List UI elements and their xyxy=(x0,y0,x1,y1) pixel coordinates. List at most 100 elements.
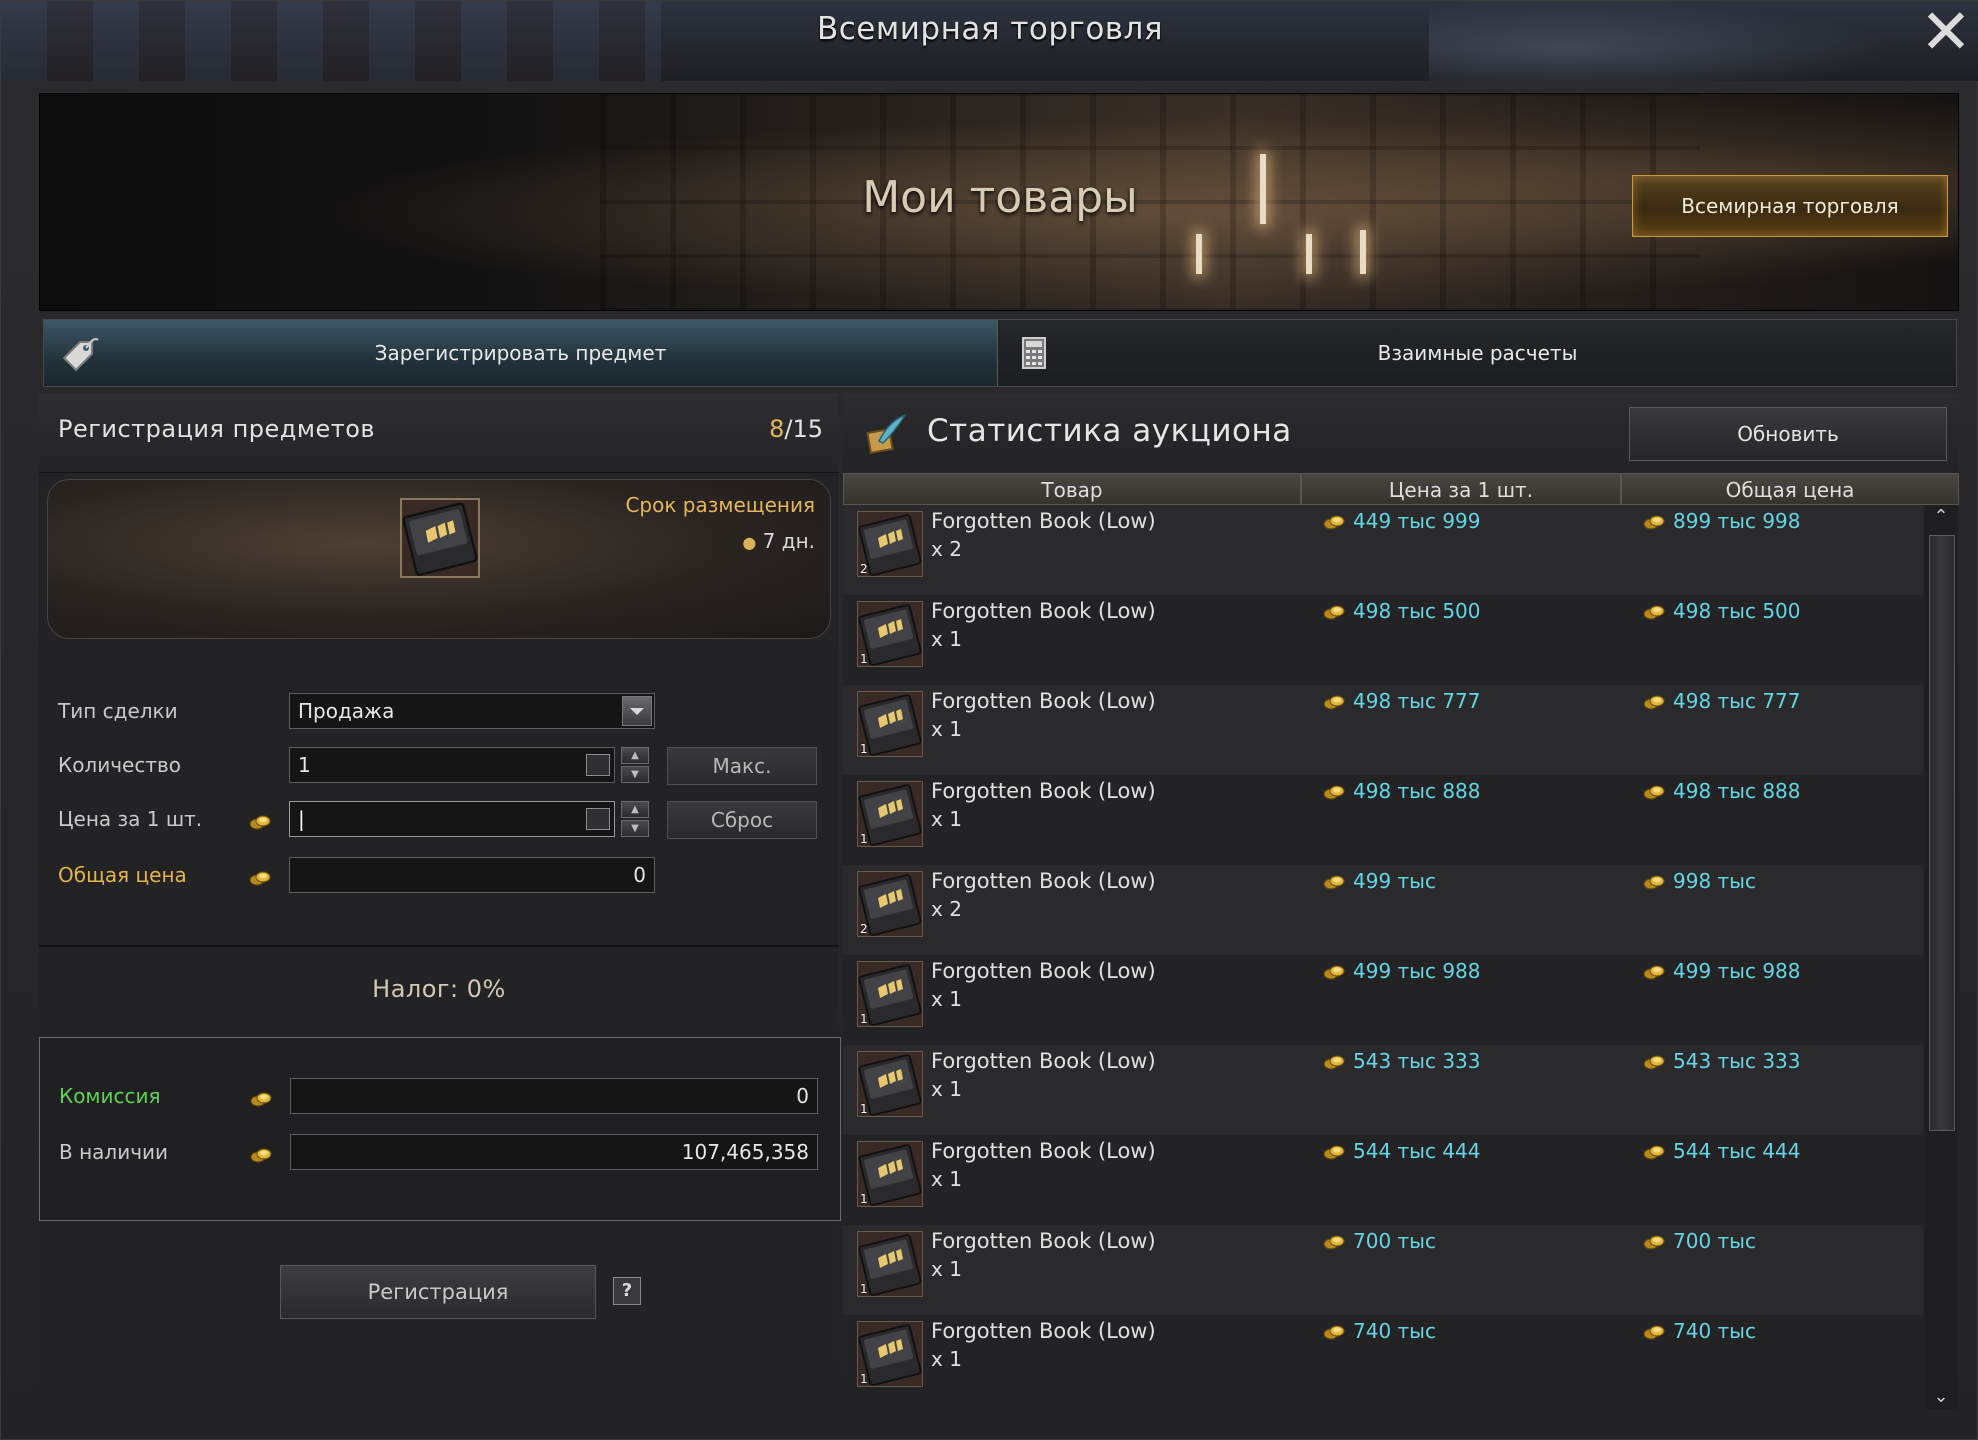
table-row[interactable]: 1 Forgotten Book (Low) x 1 544 тыс 444 544 т… xyxy=(843,1135,1923,1225)
table-row[interactable]: 2 Forgotten Book (Low) x 2 499 тыс 998 тыс xyxy=(843,865,1923,955)
tab-mutual-settlements[interactable]: Взаимные расчеты xyxy=(999,320,1956,386)
stack-count-badge: 2 xyxy=(860,562,868,576)
help-icon[interactable]: ? xyxy=(613,1277,641,1305)
tab-mutual-settlements-label: Взаимные расчеты xyxy=(1377,341,1578,365)
candle-decoration xyxy=(1306,234,1312,274)
candle-decoration xyxy=(1196,234,1202,274)
unit-price-stepper[interactable]: ▲ ▼ xyxy=(621,801,649,837)
tax-strip: Налог: 0% xyxy=(39,945,839,1035)
gold-coin-icon xyxy=(1643,605,1665,620)
quantity-input[interactable]: 1 xyxy=(289,747,615,783)
commission-label: Комиссия xyxy=(59,1084,161,1108)
deal-type-label: Тип сделки xyxy=(58,699,178,723)
gold-coin-icon xyxy=(249,871,271,886)
item-name: Forgotten Book (Low) xyxy=(931,1229,1156,1253)
increment-arrow-icon[interactable]: ▲ xyxy=(621,747,649,764)
listing-scrollbar[interactable]: ⌃ ⌄ xyxy=(1925,505,1957,1409)
gold-coin-icon xyxy=(1323,605,1345,620)
forgotten-book-icon: 1 xyxy=(857,961,923,1027)
gold-coin-icon xyxy=(1323,965,1345,980)
close-icon[interactable]: ✕ xyxy=(1919,1,1973,63)
gold-coin-icon xyxy=(1643,515,1665,530)
register-button[interactable]: Регистрация xyxy=(280,1265,596,1319)
unit-price: 544 тыс 444 xyxy=(1353,1139,1481,1163)
gold-coin-icon xyxy=(1643,695,1665,710)
stack-count-badge: 1 xyxy=(860,1012,868,1026)
numpad-icon[interactable] xyxy=(586,754,610,776)
scroll-down-icon[interactable]: ⌄ xyxy=(1925,1385,1957,1409)
table-row[interactable]: 1 Forgotten Book (Low) x 1 498 тыс 777 498 т… xyxy=(843,685,1923,775)
gold-coin-icon xyxy=(1323,1325,1345,1340)
registration-slot-count: 8/15 xyxy=(769,415,823,443)
total-price: 498 тыс 888 xyxy=(1673,779,1801,803)
table-row[interactable]: 1 Forgotten Book (Low) x 1 740 тыс 740 тыс xyxy=(843,1315,1923,1405)
commission-field: 0 xyxy=(290,1078,818,1114)
chevron-down-icon[interactable] xyxy=(622,696,652,726)
gold-coin-icon xyxy=(1323,515,1345,530)
refresh-button[interactable]: Обновить xyxy=(1629,407,1947,461)
table-row[interactable]: 1 Forgotten Book (Low) x 1 543 тыс 333 543 т… xyxy=(843,1045,1923,1135)
tax-rate: Налог: 0% xyxy=(372,975,506,1003)
unit-price: 499 тыс 988 xyxy=(1353,959,1481,983)
listing-period-label: Срок размещения xyxy=(625,493,815,517)
total-price: 899 тыс 998 xyxy=(1673,509,1801,533)
window-title: Всемирная торговля xyxy=(816,11,1164,47)
column-header-item[interactable]: Товар xyxy=(843,473,1301,505)
unit-price: 498 тыс 888 xyxy=(1353,779,1481,803)
commission-box: Комиссия 0 В наличии 107,465,358 xyxy=(39,1037,841,1221)
gold-coin-icon xyxy=(1323,1055,1345,1070)
table-row[interactable]: 1 Forgotten Book (Low) x 1 700 тыс 700 тыс xyxy=(843,1225,1923,1315)
table-row[interactable]: 1 Forgotten Book (Low) x 1 498 тыс 888 498 т… xyxy=(843,775,1923,865)
available-row: В наличии 107,465,358 xyxy=(40,1134,840,1174)
gold-coin-icon xyxy=(1643,1235,1665,1250)
decrement-arrow-icon[interactable]: ▼ xyxy=(621,766,649,783)
available-field: 107,465,358 xyxy=(290,1134,818,1170)
item-name: Forgotten Book (Low) xyxy=(931,689,1156,713)
registration-header: Регистрация предметов 8/15 xyxy=(39,393,839,473)
total-price: 498 тыс 777 xyxy=(1673,689,1801,713)
gold-coin-icon xyxy=(1643,785,1665,800)
table-row[interactable]: 2 Forgotten Book (Low) x 2 449 тыс 999 899 т… xyxy=(843,505,1923,595)
forgotten-book-icon xyxy=(401,501,479,577)
unit-price: 700 тыс xyxy=(1353,1229,1436,1253)
world-trade-button[interactable]: Всемирная торговля xyxy=(1632,175,1948,237)
item-name: Forgotten Book (Low) xyxy=(931,869,1156,893)
unit-price-input[interactable]: | xyxy=(289,801,615,837)
scroll-thumb[interactable] xyxy=(1929,535,1955,1131)
total-price: 498 тыс 500 xyxy=(1673,599,1801,623)
tab-bar: Зарегистрировать предмет Взаимные расчет… xyxy=(43,319,1957,387)
max-button[interactable]: Макс. xyxy=(667,747,817,785)
column-header-unit-price[interactable]: Цена за 1 шт. xyxy=(1301,473,1621,505)
unit-price-row: Цена за 1 шт. | ▲ ▼ Сброс xyxy=(39,801,839,841)
quantity-stepper[interactable]: ▲ ▼ xyxy=(621,747,649,783)
item-name: Forgotten Book (Low) xyxy=(931,509,1156,533)
title-bar: Всемирная торговля ✕ xyxy=(1,1,1978,81)
unit-price: 499 тыс xyxy=(1353,869,1436,893)
unit-price: 449 тыс 999 xyxy=(1353,509,1481,533)
tab-register-item[interactable]: Зарегистрировать предмет xyxy=(44,320,998,386)
decrement-arrow-icon[interactable]: ▼ xyxy=(621,820,649,837)
table-row[interactable]: 1 Forgotten Book (Low) x 1 499 тыс 988 499 т… xyxy=(843,955,1923,1045)
unit-price-label: Цена за 1 шт. xyxy=(58,807,203,831)
column-header-total-price[interactable]: Общая цена xyxy=(1621,473,1959,505)
gold-coin-icon xyxy=(1323,875,1345,890)
total-price-field: 0 xyxy=(289,857,655,893)
calculator-icon xyxy=(1022,337,1046,369)
gold-coin-icon xyxy=(1643,875,1665,890)
total-price: 740 тыс xyxy=(1673,1319,1756,1343)
forgotten-book-icon: 2 xyxy=(857,871,923,937)
increment-arrow-icon[interactable]: ▲ xyxy=(621,801,649,818)
gold-coin-icon xyxy=(250,1092,272,1107)
forgotten-book-icon: 1 xyxy=(857,691,923,757)
item-quantity: x 1 xyxy=(931,627,962,651)
deal-type-select[interactable]: Продажа xyxy=(289,693,655,729)
registered-count: 8 xyxy=(769,415,785,443)
gold-coin-icon xyxy=(1643,1145,1665,1160)
reset-button[interactable]: Сброс xyxy=(667,801,817,839)
total-price: 700 тыс xyxy=(1673,1229,1756,1253)
table-row[interactable]: 1 Forgotten Book (Low) x 1 498 тыс 500 498 т… xyxy=(843,595,1923,685)
item-slot[interactable] xyxy=(400,498,480,578)
item-name: Forgotten Book (Low) xyxy=(931,599,1156,623)
scroll-up-icon[interactable]: ⌃ xyxy=(1925,505,1957,529)
numpad-icon[interactable] xyxy=(586,808,610,830)
